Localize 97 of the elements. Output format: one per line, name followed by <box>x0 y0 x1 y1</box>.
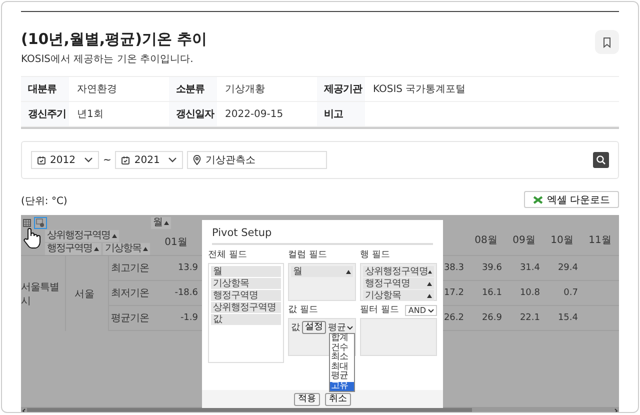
dropdown-option[interactable]: 건수 <box>330 344 354 353</box>
sort-arrow-icon <box>164 221 169 225</box>
field-item[interactable]: 월 <box>291 266 353 277</box>
sort-arrow-icon <box>112 234 117 238</box>
table-cell: -18.6 <box>174 288 198 298</box>
table-cell: 10.8 <box>520 288 540 298</box>
table-cell: 22.1 <box>520 313 540 323</box>
info-label: 제공기관 <box>324 83 362 96</box>
table-cell: 0.7 <box>564 288 578 298</box>
info-label: 갱신주기 <box>28 108 66 121</box>
unit-label: (단위: °C) <box>21 195 68 208</box>
sort-arrow-icon <box>143 247 148 251</box>
info-label: 소분류 <box>176 83 204 96</box>
dropdown-option[interactable]: 최소 <box>330 353 354 362</box>
field-item[interactable]: 값 <box>211 314 281 325</box>
table-cell: 17.2 <box>444 288 464 298</box>
excel-icon <box>532 196 543 204</box>
search-icon <box>596 155 606 165</box>
info-value: KOSIS 국가통계포털 <box>373 83 466 96</box>
section-title: 필터 필드 <box>360 305 399 316</box>
field-item[interactable]: 월 <box>211 266 281 277</box>
station-field[interactable]: 기상관측소 <box>187 151 328 169</box>
table-cell: 16.1 <box>482 288 502 298</box>
section-title: 컬럼 필드 <box>288 250 328 261</box>
info-value: 년1회 <box>77 108 104 121</box>
table-cell: 26.2 <box>444 313 464 323</box>
end-year-select[interactable]: 2021 <box>115 151 184 169</box>
table-cell: 15.4 <box>558 313 578 323</box>
hand-cursor-icon <box>23 227 41 249</box>
section-title: 값 필드 <box>288 305 319 316</box>
dialog-title: Pivot Setup <box>212 227 433 245</box>
sort-arrow-icon <box>94 247 99 251</box>
dialog-button[interactable]: 취소 <box>325 392 351 406</box>
column-header: 01월 <box>164 236 188 249</box>
field-item[interactable]: 기상항목 <box>363 290 434 301</box>
table-cell: 39.6 <box>482 263 502 273</box>
column-header: 10월 <box>550 234 574 247</box>
row-field-chip[interactable]: 행정구역명 <box>45 243 101 255</box>
row-header: 서울 <box>74 288 94 300</box>
field-item[interactable]: 행정구역명 <box>211 290 281 301</box>
start-year-select[interactable]: 2012 <box>31 151 99 169</box>
dialog-button[interactable]: 적용 <box>294 392 320 406</box>
info-label: 대분류 <box>28 83 56 96</box>
table-cell: 29.4 <box>558 263 578 273</box>
table-cell: 13.9 <box>178 263 198 273</box>
field-item[interactable]: 상위행정구역명 <box>363 266 434 277</box>
field-item[interactable]: 행정구역명 <box>363 278 434 289</box>
operator-select[interactable]: AND <box>405 305 437 316</box>
aggregate-select[interactable]: 평균 <box>328 321 353 334</box>
calendar-icon <box>121 156 130 164</box>
info-value: 2022-09-15 <box>225 108 284 120</box>
info-label: 갱신일자 <box>176 108 214 121</box>
calendar-icon <box>37 156 46 164</box>
row-field-chip[interactable]: 기상항목 <box>103 243 150 255</box>
table-cell: 26.9 <box>482 313 502 323</box>
range-separator: ~ <box>103 154 112 166</box>
dropdown-option[interactable]: 합계 <box>330 334 354 344</box>
excel-download-button[interactable]: 엑셀 다운로드 <box>524 191 619 208</box>
column-header: 11월 <box>588 234 612 247</box>
chevron-down-icon <box>84 157 93 163</box>
column-field-chip[interactable]: 월 <box>151 217 171 229</box>
table-cell: -1.9 <box>180 313 198 323</box>
row-header: 최고기온 <box>111 263 149 274</box>
sort-arrow-icon <box>346 270 351 274</box>
section-title: 전체 필드 <box>208 250 248 261</box>
bookmark-icon <box>602 36 612 48</box>
column-header: 08월 <box>474 234 498 247</box>
settings-button[interactable]: 설정 <box>302 321 326 334</box>
sort-arrow-icon <box>428 270 432 274</box>
info-label: 비고 <box>324 108 343 121</box>
section-title: 행 필드 <box>360 250 391 261</box>
row-header: 서울특별시 <box>21 280 60 308</box>
column-header: 09월 <box>512 234 536 247</box>
dropdown-option[interactable]: 최대 <box>330 362 354 372</box>
sort-arrow-icon <box>427 294 432 298</box>
chevron-down-icon <box>428 308 434 312</box>
grid-icon[interactable] <box>23 219 31 227</box>
info-value: 기상개황 <box>225 83 265 96</box>
table-cell: 31.4 <box>520 263 540 273</box>
pivot-settings-icon[interactable] <box>34 217 47 229</box>
dropdown-option[interactable]: 평균 <box>330 372 354 382</box>
chevron-down-icon <box>347 326 353 330</box>
field-item[interactable]: 기상항목 <box>211 278 281 289</box>
info-value: 자연환경 <box>77 83 117 96</box>
page-subtitle: KOSIS에서 제공하는 기온 추이입니다. <box>21 53 194 66</box>
chevron-down-icon <box>168 157 178 163</box>
search-button[interactable] <box>593 152 609 168</box>
location-pin-icon <box>193 155 202 165</box>
field-item: 값 <box>291 322 300 334</box>
bookmark-button[interactable] <box>595 30 619 54</box>
field-item[interactable]: 상위행정구역명 <box>211 302 281 313</box>
row-header: 평균기온 <box>111 313 149 324</box>
sort-arrow-icon <box>427 282 432 286</box>
page-title: (10년,월별,평균)기온 추이 <box>21 30 208 49</box>
table-cell: 38.3 <box>444 263 464 273</box>
row-header: 최저기온 <box>111 288 149 299</box>
row-field-chip[interactable]: 상위행정구역명 <box>45 230 119 242</box>
